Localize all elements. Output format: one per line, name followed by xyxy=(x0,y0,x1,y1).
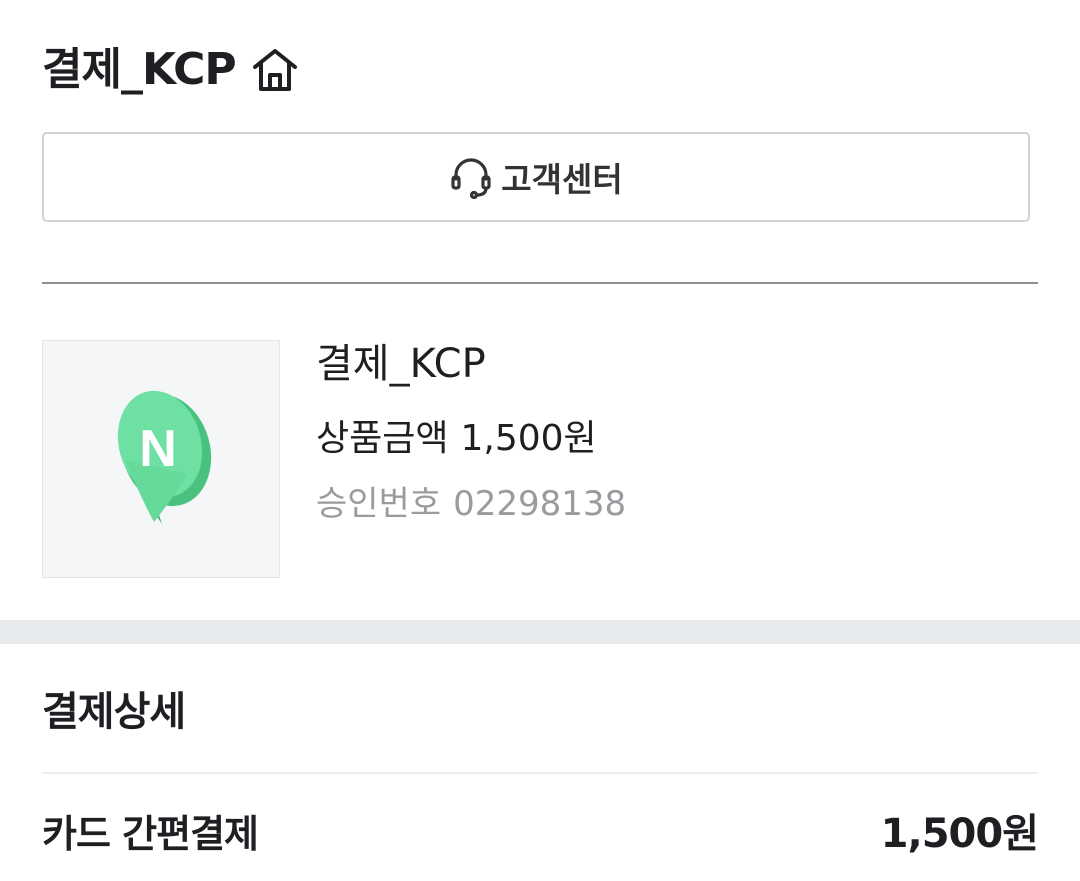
approval-value: 02298138 xyxy=(453,484,627,524)
home-icon[interactable] xyxy=(250,45,300,95)
product-amount-row: 상품금액 1,500원 xyxy=(316,414,626,464)
product-thumbnail: N xyxy=(42,340,280,578)
page-header: 결제_KCP xyxy=(42,40,300,100)
payment-receipt-page: 결제_KCP 고객센터 N 결제_KCP 상품금액 1,500원 승인번호 02… xyxy=(0,0,1080,881)
payment-detail-divider xyxy=(42,772,1038,774)
product-info: 결제_KCP 상품금액 1,500원 승인번호 02298138 xyxy=(316,336,626,528)
headset-icon xyxy=(449,155,493,199)
header-divider xyxy=(42,282,1038,284)
naver-map-pin-icon: N xyxy=(106,382,216,536)
section-separator xyxy=(0,620,1080,644)
payment-method: 카드 간편결제 xyxy=(42,812,259,856)
payment-amount: 1,500원 xyxy=(880,811,1039,857)
product-name: 결제_KCP xyxy=(316,341,486,387)
approval-number-row: 승인번호 02298138 xyxy=(316,480,626,528)
customer-center-button[interactable]: 고객센터 xyxy=(42,132,1030,222)
amount-label: 상품금액 xyxy=(316,418,449,459)
approval-label: 승인번호 xyxy=(316,484,442,524)
page-title: 결제_KCP xyxy=(42,44,237,95)
payment-detail-title: 결제상세 xyxy=(42,689,186,735)
customer-center-label: 고객센터 xyxy=(501,160,623,199)
amount-value: 1,500원 xyxy=(460,418,597,459)
logo-letter: N xyxy=(139,420,177,478)
payment-detail-row: 카드 간편결제 1,500원 xyxy=(42,806,1039,862)
